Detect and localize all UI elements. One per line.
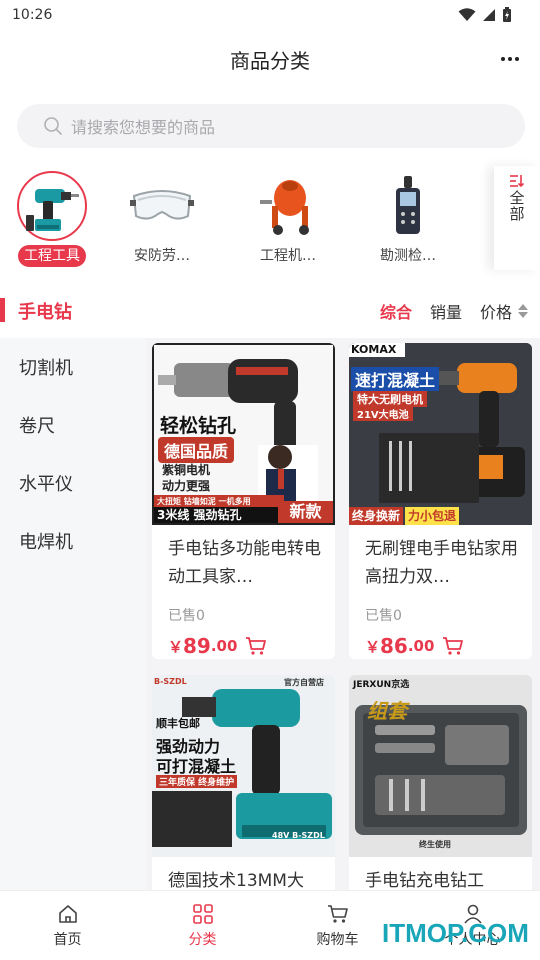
- drill-icon: [17, 171, 87, 241]
- sidebar-item-welder[interactable]: 电焊机: [0, 512, 146, 570]
- status-time: 10:26: [12, 7, 53, 23]
- product-title: 手电钻多功能电转电动工具家…: [168, 539, 321, 587]
- category-label: 工程机…: [260, 248, 316, 264]
- category-item-safety[interactable]: 安防劳…: [110, 166, 214, 274]
- detector-icon: [373, 171, 443, 241]
- page-title: 商品分类: [230, 48, 310, 73]
- sort-group: 综合 销量 价格: [380, 299, 528, 323]
- price-integer: 89: [183, 634, 211, 658]
- product-card[interactable]: KOMAX 速打混凝土 特大无刷电机 21V大电池 终身换新 力小包退 无刷锂电…: [349, 343, 532, 659]
- promo-footer: 终生使用: [419, 840, 451, 849]
- status-icons: [458, 7, 512, 23]
- category-item-survey[interactable]: 勘测检…: [356, 166, 460, 274]
- product-card[interactable]: B-SZDL 官方自营店 顺丰包邮 强劲动力 可打混凝土 三年质保 终身维护 4…: [152, 675, 335, 890]
- promo-footer2: 力小包退: [405, 507, 460, 525]
- category-row: 工程工具 安防劳… 工程机… 勘测检… 全部: [0, 166, 540, 274]
- sidebar-item-tape-measure[interactable]: 卷尺: [0, 396, 146, 454]
- promo-store: 官方自营店: [284, 678, 324, 687]
- product-price: ￥ 89 .00: [152, 631, 335, 659]
- sort-default[interactable]: 综合: [380, 299, 412, 323]
- price-symbol: ￥: [365, 637, 381, 656]
- promo-headline2: 可打混凝土: [156, 757, 237, 776]
- category-item-engineering-tools[interactable]: 工程工具: [0, 166, 104, 274]
- product-price: ￥ 86 .00: [349, 631, 532, 659]
- title-accent: [0, 298, 5, 322]
- promo-headline: 组套: [367, 699, 407, 723]
- nav-label: 首页: [53, 931, 82, 948]
- nav-label: 购物车: [316, 931, 359, 948]
- price-integer: 86: [380, 634, 408, 658]
- cement-mixer-icon: [253, 171, 323, 241]
- sort-sales[interactable]: 销量: [430, 299, 462, 323]
- promo-strip: 三年质保 终身维护: [156, 775, 238, 788]
- nav-home[interactable]: 首页: [0, 891, 135, 960]
- promo-headline: 轻松钻孔: [160, 415, 237, 437]
- category-label: 勘测检…: [380, 248, 436, 264]
- signal-icon: [483, 9, 495, 21]
- promo-brand: B-SZDL: [154, 677, 187, 686]
- all-categories-label: 全部: [507, 190, 526, 222]
- product-image: B-SZDL 官方自营店 顺丰包邮 强劲动力 可打混凝土 三年质保 终身维护 4…: [152, 675, 335, 857]
- product-title: 手电钻充电钻工: [365, 871, 484, 890]
- add-to-cart-icon[interactable]: [245, 636, 267, 656]
- promo-battery: 48V B-SZDL: [272, 831, 325, 840]
- search-icon: [44, 117, 62, 135]
- product-grid: 轻松钻孔 德国品质 紫铜电机 动力更强 大扭矩 钻墙如泥 一机多用 3米线 强劲…: [146, 338, 540, 890]
- price-decimal: .00: [210, 637, 238, 655]
- add-to-cart-icon[interactable]: [442, 636, 464, 656]
- product-image: 轻松钻孔 德国品质 紫铜电机 动力更强 大扭矩 钻墙如泥 一机多用 3米线 强劲…: [152, 343, 335, 525]
- product-sold: 已售0: [365, 608, 402, 624]
- promo-footer-left: 3米线 强劲钻孔: [154, 507, 278, 523]
- battery-icon: [503, 7, 511, 22]
- product-image: KOMAX 速打混凝土 特大无刷电机 21V大电池 终身换新 力小包退: [349, 343, 532, 525]
- promo-line1: 紫铜电机: [162, 463, 211, 477]
- product-title: 无刷锂电手电钻家用高扭力双…: [365, 539, 518, 587]
- all-categories-button[interactable]: 全部: [494, 166, 540, 270]
- category-icon: [192, 903, 213, 924]
- app-screen: 10:26 商品分类 请搜索您想要的商品 工程工具 安防劳… 工程机… 勘测检……: [0, 0, 540, 960]
- sidebar-item-level[interactable]: 水平仪: [0, 454, 146, 512]
- product-card[interactable]: 轻松钻孔 德国品质 紫铜电机 动力更强 大扭矩 钻墙如泥 一机多用 3米线 强劲…: [152, 343, 335, 659]
- price-symbol: ￥: [168, 637, 184, 656]
- status-bar: 10:26: [0, 0, 540, 30]
- sort-price-label: 价格: [479, 303, 512, 322]
- promo-line2: 动力更强: [162, 479, 211, 493]
- goggles-icon: [127, 171, 197, 241]
- promo-tag: 顺丰包邮: [156, 717, 200, 730]
- promo-footer: 终身换新: [349, 507, 404, 525]
- watermark: ITMOP.COM: [382, 918, 529, 948]
- promo-brand: KOMAX: [351, 343, 397, 356]
- promo-brand: JERXUN京选: [353, 680, 410, 690]
- product-title: 德国技术13MM大: [168, 871, 304, 890]
- promo-footer-right: 新款: [278, 501, 333, 523]
- wifi-icon: [458, 8, 476, 21]
- promo-badge: 德国品质: [158, 437, 235, 463]
- page-header: 商品分类: [0, 36, 540, 82]
- sort-bar: 手电钻 综合 销量 价格: [0, 288, 540, 334]
- promo-badge2: 21V大电池: [353, 406, 413, 421]
- sort-down-icon: [510, 175, 525, 188]
- price-decimal: .00: [407, 637, 435, 655]
- cart-icon: [327, 904, 348, 923]
- nav-label: 分类: [188, 931, 217, 948]
- subcategory-sidebar: 切割机 卷尺 水平仪 电焊机: [0, 338, 146, 890]
- subcategory-title: 手电钻: [18, 302, 72, 323]
- promo-badge: 特大无刷电机: [353, 391, 427, 407]
- search-placeholder: 请搜索您想要的商品: [71, 118, 216, 137]
- category-label: 安防劳…: [134, 248, 190, 264]
- product-image: JERXUN京选 组套 终生使用: [349, 675, 532, 857]
- more-icon[interactable]: [498, 48, 522, 70]
- product-card[interactable]: JERXUN京选 组套 终生使用 手电钻充电钻工: [349, 675, 532, 890]
- category-item-machinery[interactable]: 工程机…: [236, 166, 340, 274]
- search-input[interactable]: 请搜索您想要的商品: [17, 104, 525, 148]
- home-icon: [58, 904, 77, 923]
- product-sold: 已售0: [168, 608, 205, 624]
- sort-arrows-icon: [518, 304, 528, 318]
- promo-headline: 速打混凝土: [351, 367, 440, 391]
- sidebar-item-cutting-machine[interactable]: 切割机: [0, 338, 146, 396]
- nav-category[interactable]: 分类: [135, 891, 270, 960]
- category-label: 工程工具: [18, 245, 86, 267]
- sort-price[interactable]: 价格: [480, 299, 528, 323]
